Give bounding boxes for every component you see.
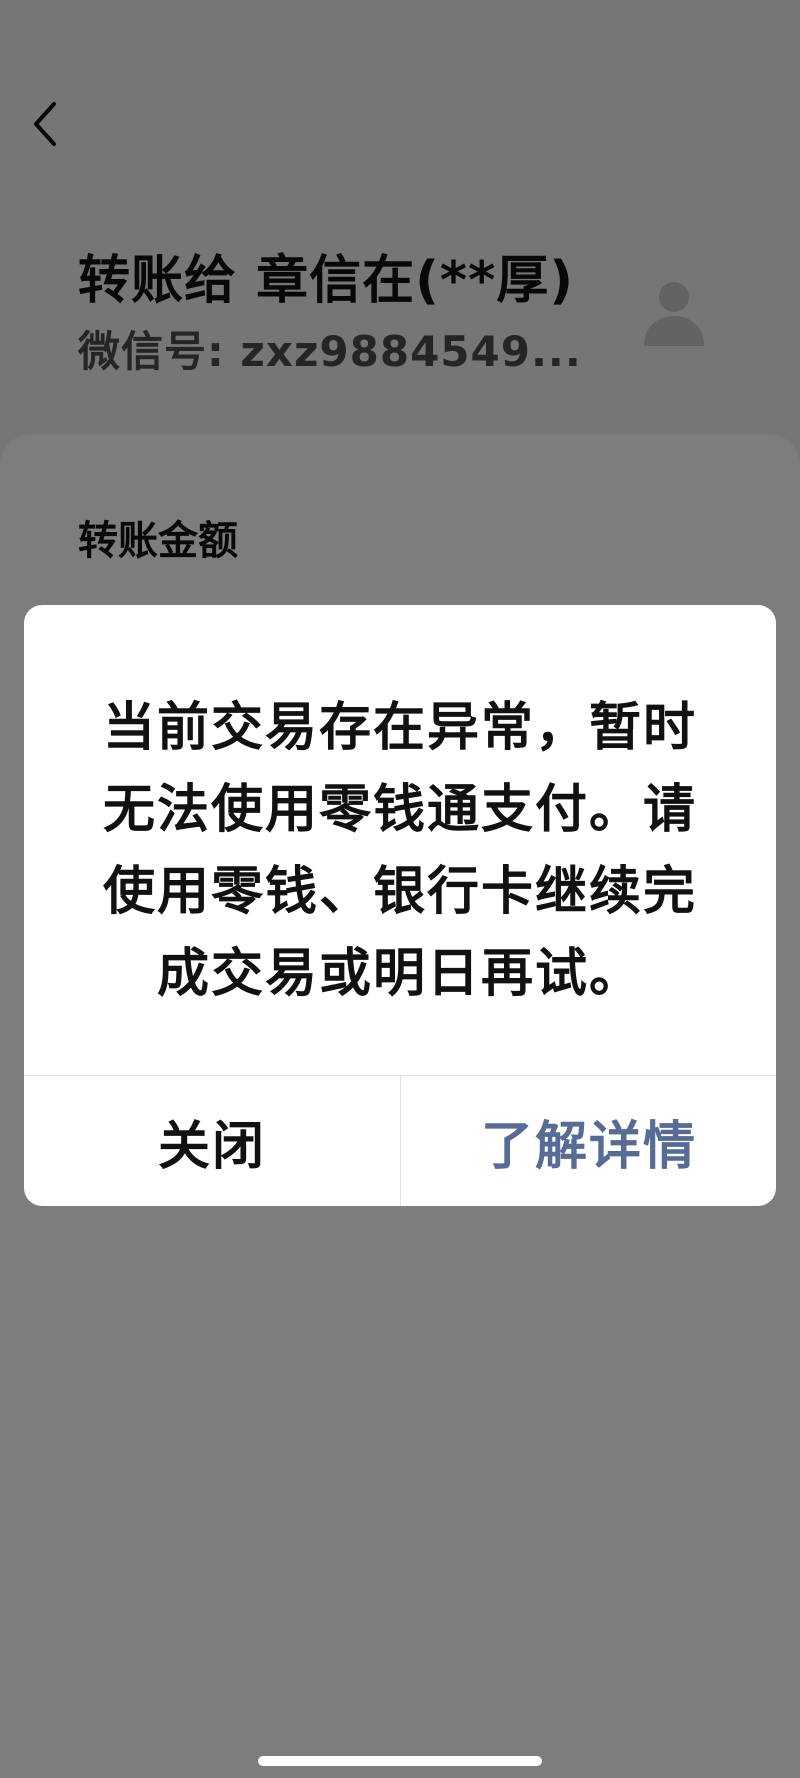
learn-more-button[interactable]: 了解详情 <box>401 1076 776 1206</box>
dialog-message: 当前交易存在异常，暂时无法使用零钱通支付。请使用零钱、银行卡继续完成交易或明日再… <box>102 698 697 1004</box>
close-button[interactable]: 关闭 <box>24 1076 400 1206</box>
alert-dialog: 当前交易存在异常，暂时无法使用零钱通支付。请使用零钱、银行卡继续完成交易或明日再… <box>24 605 776 1206</box>
home-indicator[interactable] <box>258 1756 542 1766</box>
